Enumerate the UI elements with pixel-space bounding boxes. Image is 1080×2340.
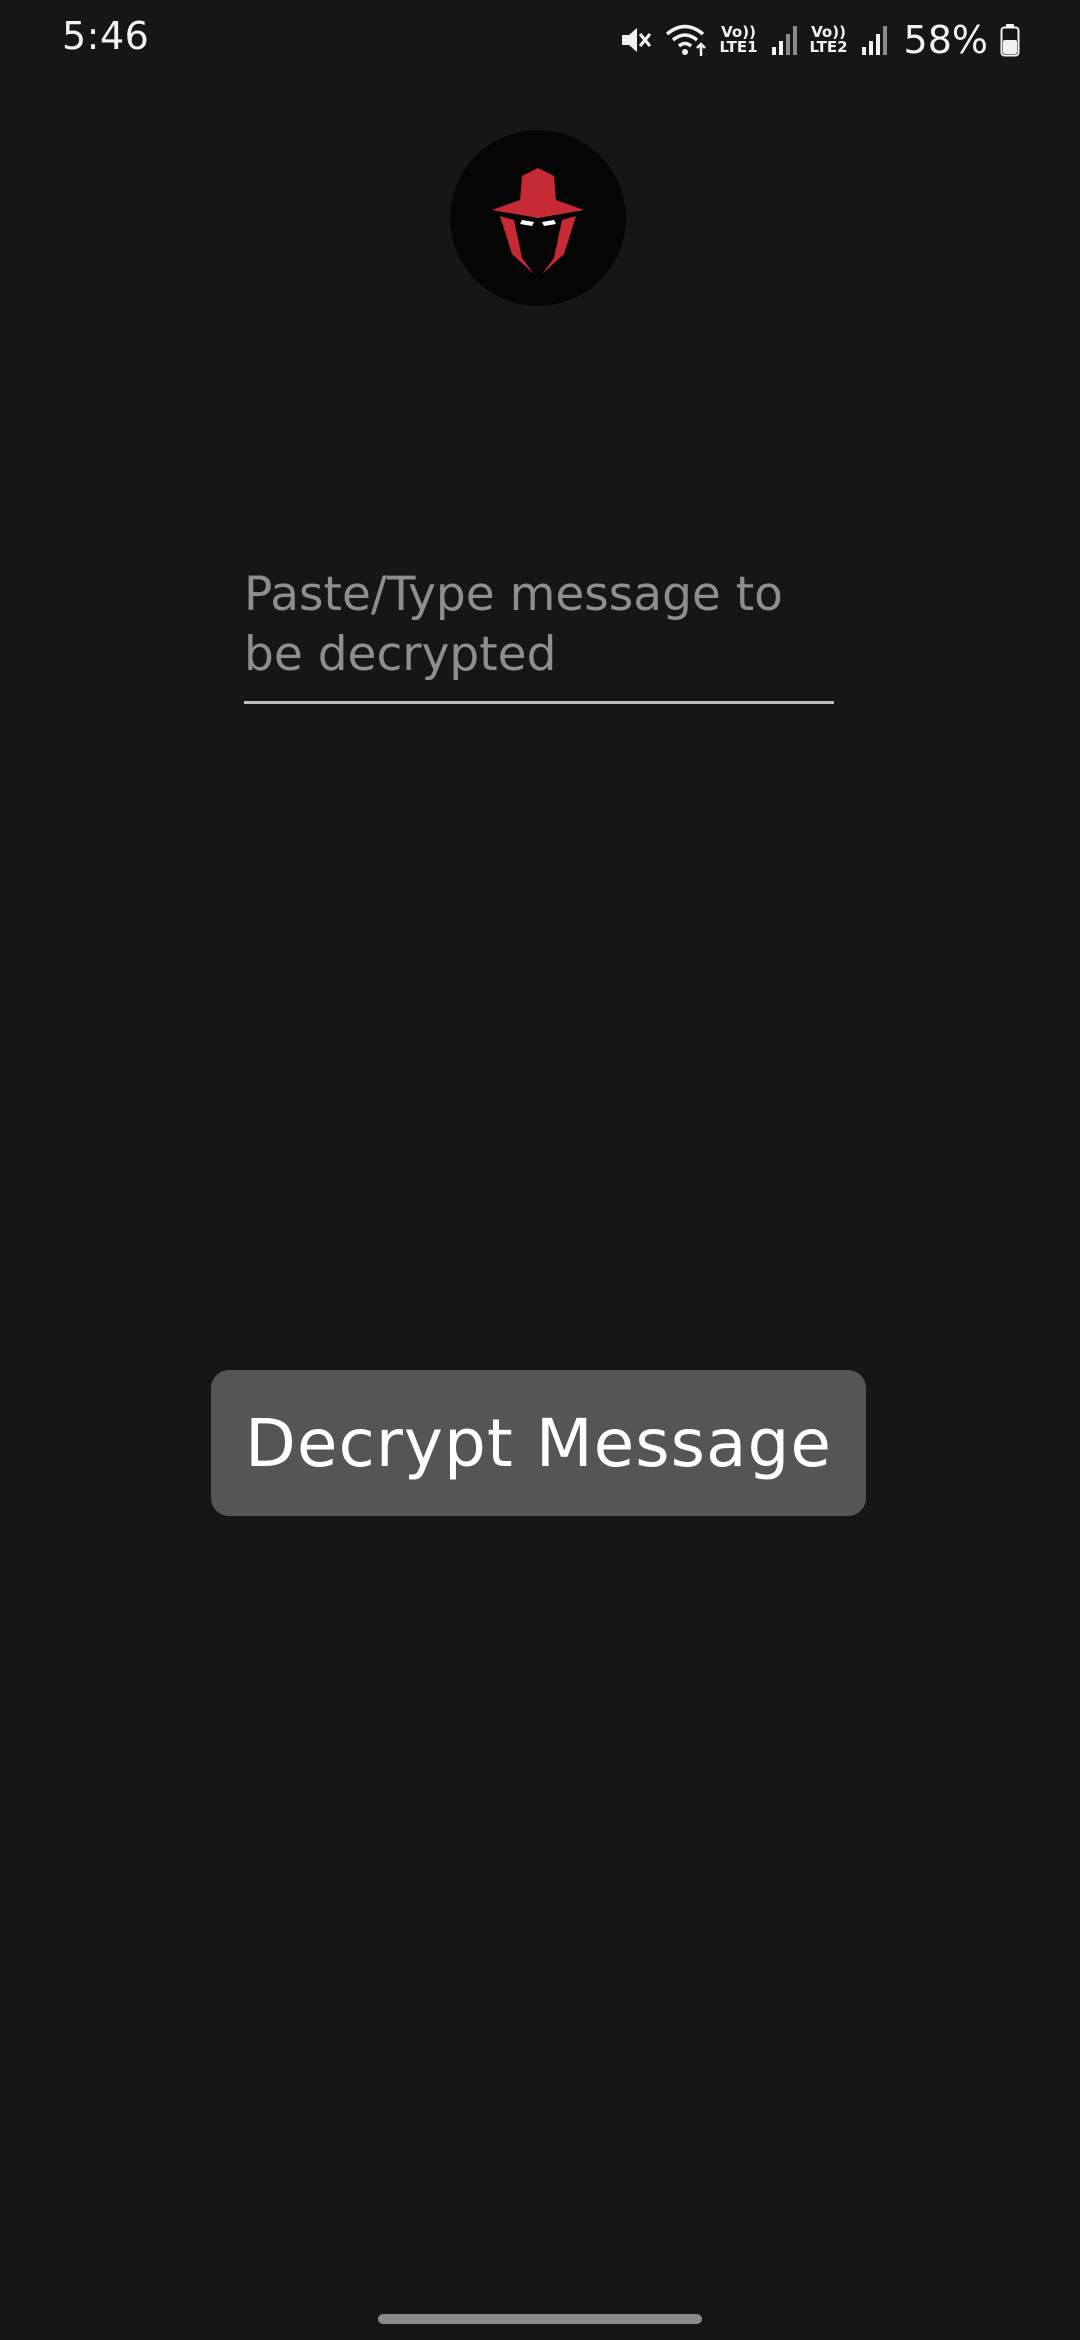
battery-percent: 58% [903,18,988,62]
battery-icon [1000,23,1020,57]
sim2-network-label: Vo)) LTE2 [810,25,848,55]
sim2-lte-text: LTE2 [809,38,848,56]
sim1-network-label: Vo)) LTE1 [720,25,758,55]
message-input[interactable] [244,565,834,704]
app-logo [450,130,626,306]
wifi-icon [664,22,708,58]
signal-icon [860,23,888,57]
status-bar: 5:46 Vo)) LTE1 Vo)) LTE2 58% [0,0,1080,80]
status-time: 5:46 [62,14,150,58]
status-icons: Vo)) LTE1 Vo)) LTE2 58% [618,18,1020,62]
sim1-lte-text: LTE1 [719,38,758,56]
home-indicator[interactable] [378,2314,702,2324]
mute-icon [618,23,652,57]
signal-icon [770,23,798,57]
spy-hat-icon [492,168,584,274]
decrypt-message-button[interactable]: Decrypt Message [211,1370,866,1516]
app-screen: 5:46 Vo)) LTE1 Vo)) LTE2 58% Paste/Type … [0,0,1080,2340]
